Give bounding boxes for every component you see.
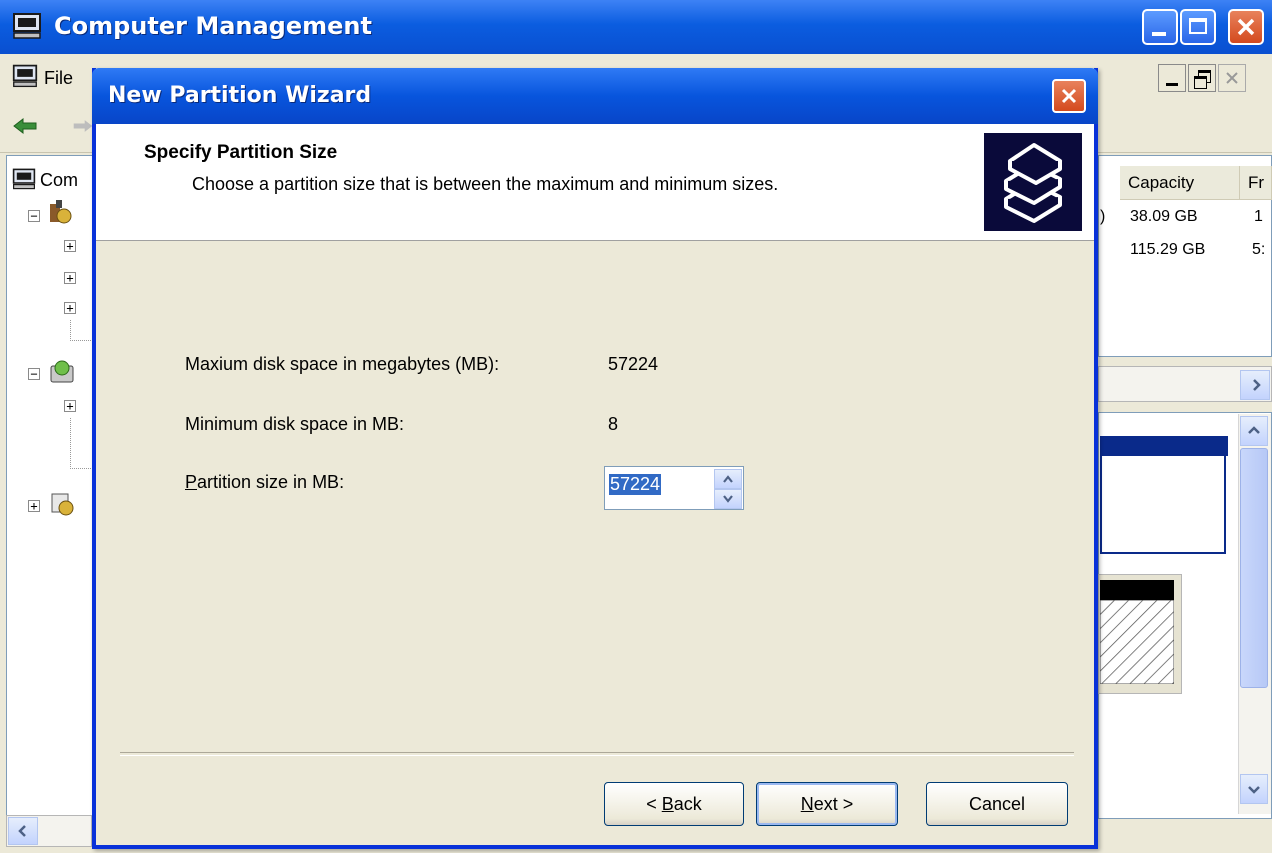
close-button[interactable] xyxy=(1228,9,1264,45)
minimize-button[interactable] xyxy=(1142,9,1178,45)
scroll-up-button[interactable] xyxy=(1240,416,1268,446)
max-space-label: Maxium disk space in megabytes (MB): xyxy=(185,354,500,374)
accelerator-key: B xyxy=(661,794,674,814)
mdi-restore-button[interactable] xyxy=(1188,64,1216,92)
tree-connector xyxy=(70,320,93,341)
next-label: ext > xyxy=(813,794,854,814)
mdi-minimize-button[interactable] xyxy=(1158,64,1186,92)
close-icon xyxy=(1061,88,1077,104)
partition-size-value[interactable]: 57224 xyxy=(609,474,662,495)
min-space-value: 8 xyxy=(608,414,619,434)
tree-collapse-toggle[interactable]: − xyxy=(28,210,40,222)
partition-size-label: Partition size in MB: xyxy=(185,472,344,493)
computer-management-icon xyxy=(13,13,41,39)
list-cell-capacity[interactable]: 38.09 GB xyxy=(1130,208,1198,226)
system-tools-icon[interactable] xyxy=(46,198,74,226)
computer-icon xyxy=(12,168,36,190)
menu-file[interactable]: File xyxy=(44,68,73,89)
tree-expand-toggle[interactable]: + xyxy=(64,272,76,284)
chevron-up-icon xyxy=(723,475,733,483)
disk-header-bar xyxy=(1100,436,1228,456)
list-cell-free[interactable]: 1 xyxy=(1254,208,1263,226)
list-cell-capacity[interactable]: 115.29 GB xyxy=(1130,241,1205,259)
tree-expand-toggle[interactable]: + xyxy=(28,500,40,512)
disk-block[interactable] xyxy=(1100,456,1226,554)
tree-expand-toggle[interactable]: + xyxy=(64,400,76,412)
tree-collapse-toggle[interactable]: − xyxy=(28,368,40,380)
unallocated-hatch[interactable] xyxy=(1100,600,1174,684)
min-space-label: Minimum disk space in MB: xyxy=(185,414,405,434)
menu-app-icon[interactable] xyxy=(12,64,38,88)
services-icon[interactable] xyxy=(48,490,76,518)
minimize-icon xyxy=(1152,32,1166,36)
chevron-left-icon xyxy=(18,825,26,837)
restore-icon-front xyxy=(1194,76,1207,89)
button-divider xyxy=(120,752,1074,756)
list-cell-free[interactable]: 5: xyxy=(1252,241,1265,259)
scroll-thumb[interactable] xyxy=(1240,448,1268,688)
accelerator-key: N xyxy=(800,794,814,814)
back-button[interactable]: < Back xyxy=(604,782,744,826)
list-cell-truncated: ) xyxy=(1100,208,1106,225)
back-label: ack xyxy=(673,794,702,814)
minimize-icon xyxy=(1166,83,1178,86)
tree-root-label[interactable]: Com xyxy=(40,170,78,191)
spin-up-button[interactable] xyxy=(714,469,742,489)
chevron-right-icon xyxy=(1253,379,1261,391)
scroll-left-button[interactable] xyxy=(8,817,38,845)
max-space-value: 57224 xyxy=(608,354,659,374)
chevron-up-icon xyxy=(1248,426,1260,434)
scroll-right-button[interactable] xyxy=(1240,370,1270,400)
accelerator-key: P xyxy=(185,472,198,492)
storage-icon[interactable] xyxy=(48,358,76,386)
close-icon xyxy=(1226,72,1238,84)
console-tree[interactable] xyxy=(6,155,94,817)
maximize-icon xyxy=(1189,18,1207,34)
next-button[interactable]: Next > xyxy=(756,782,898,826)
mdi-close-button[interactable] xyxy=(1218,64,1246,92)
close-icon xyxy=(1237,18,1255,36)
back-arrow-icon[interactable] xyxy=(12,116,38,136)
maximize-button[interactable] xyxy=(1180,9,1216,45)
scroll-down-button[interactable] xyxy=(1240,774,1268,804)
window-title: Computer Management xyxy=(54,12,372,40)
column-header-capacity[interactable]: Capacity xyxy=(1120,166,1240,200)
tree-expand-toggle[interactable]: + xyxy=(64,302,76,314)
partition-header-bar xyxy=(1100,580,1174,600)
back-prefix: < xyxy=(646,794,662,814)
step-title: Specify Partition Size xyxy=(144,142,338,163)
wizard-disk-stack-icon xyxy=(984,133,1082,231)
tree-expand-toggle[interactable]: + xyxy=(64,240,76,252)
tree-connector xyxy=(70,418,93,469)
chevron-down-icon xyxy=(723,495,733,503)
forward-arrow-icon[interactable] xyxy=(72,116,94,136)
wizard-title: New Partition Wizard xyxy=(108,83,372,108)
column-header-free[interactable]: Fr xyxy=(1240,166,1272,200)
spin-down-button[interactable] xyxy=(714,489,742,509)
wizard-close-button[interactable] xyxy=(1052,79,1086,113)
cancel-button[interactable]: Cancel xyxy=(926,782,1068,826)
chevron-down-icon xyxy=(1248,786,1260,794)
partition-size-label-text: artition size in MB: xyxy=(197,472,345,492)
step-description: Choose a partition size that is between … xyxy=(192,174,779,194)
